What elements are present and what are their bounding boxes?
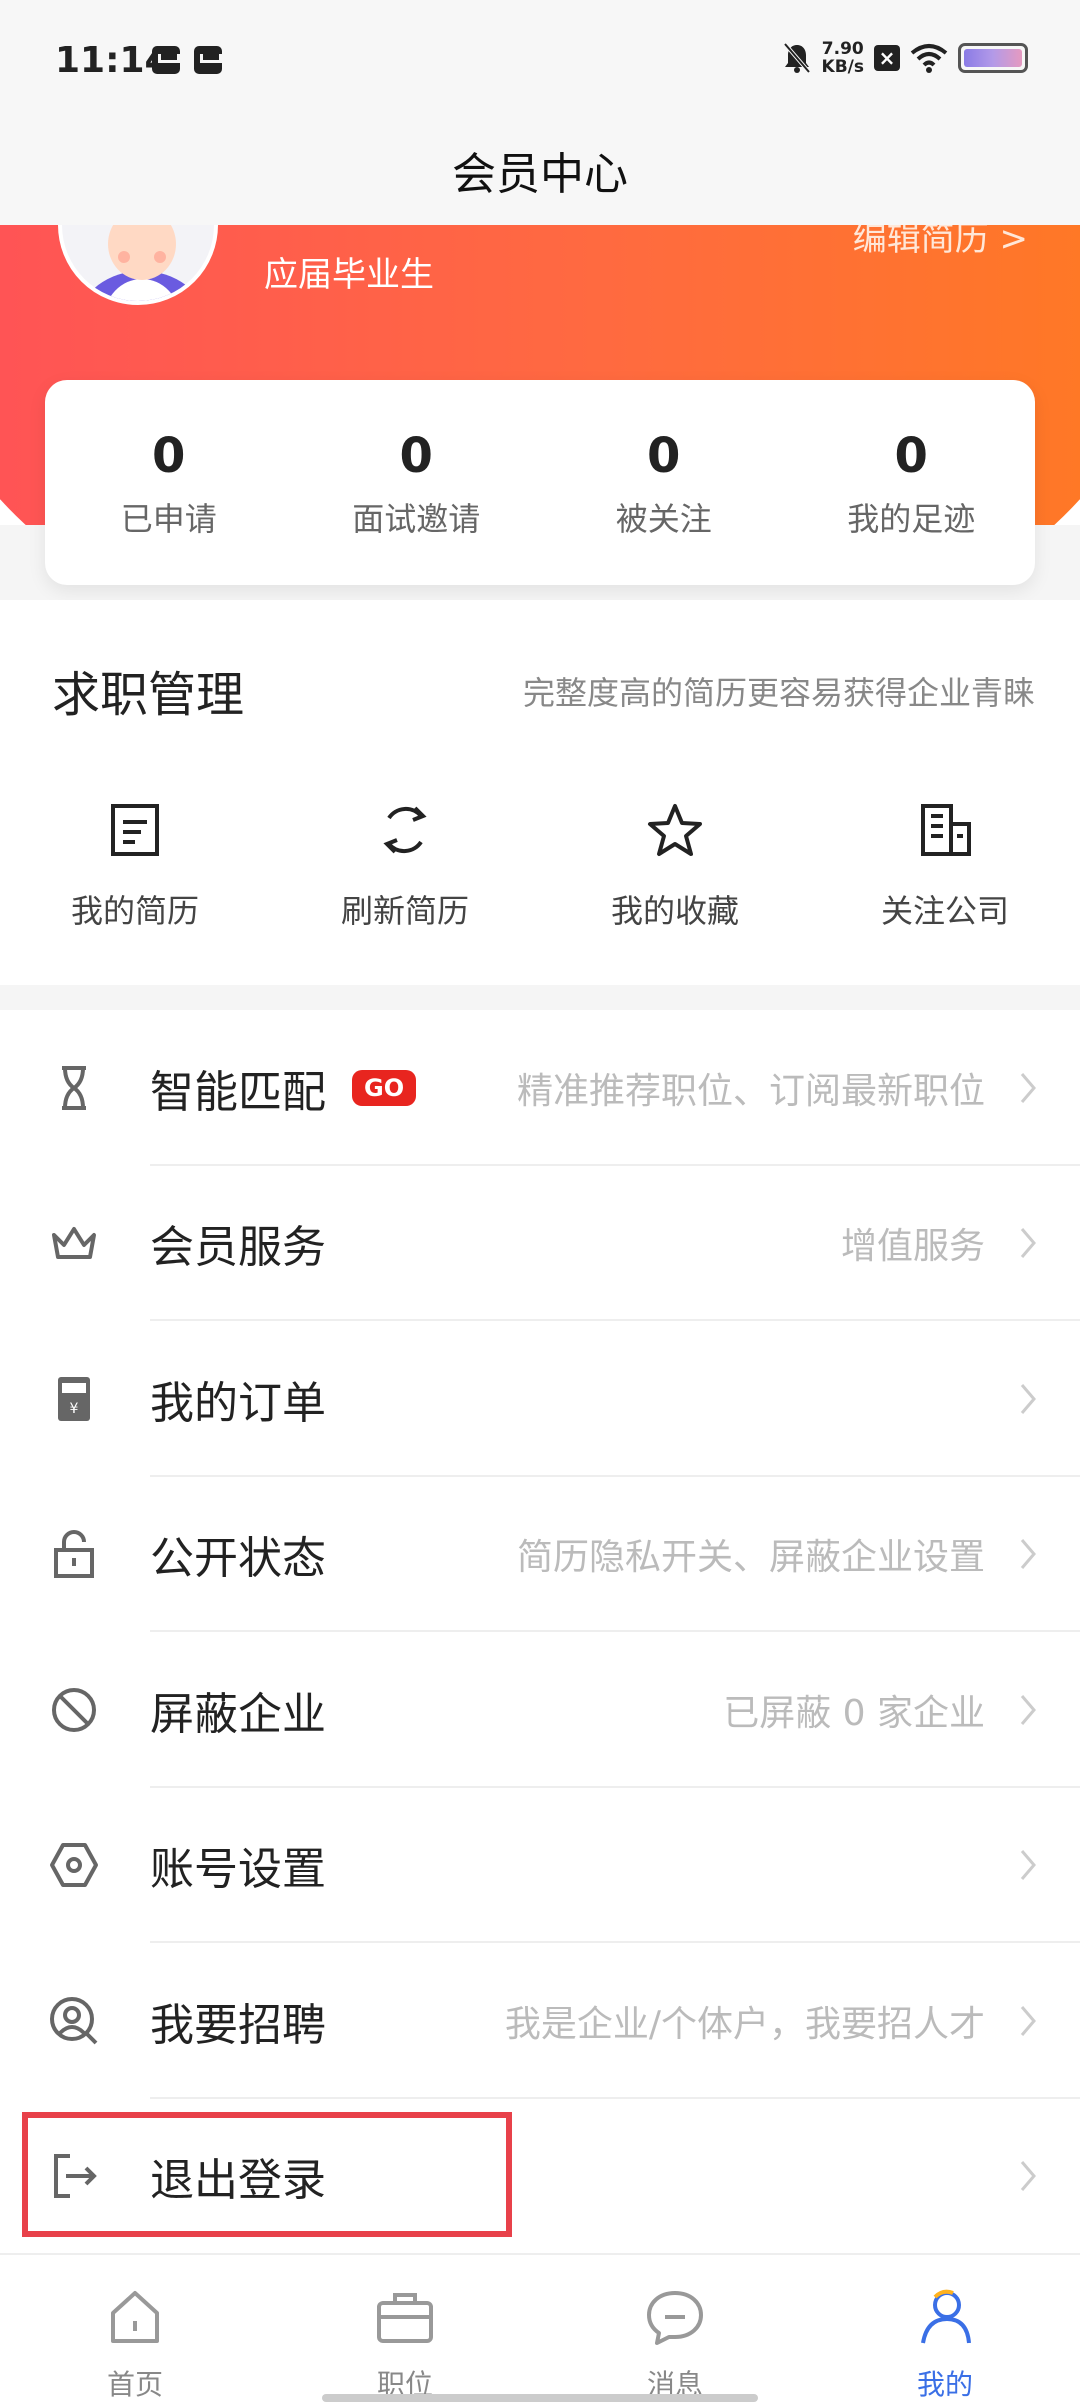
menu-label: 账号设置 <box>150 1844 326 1896</box>
notification-app-icon <box>152 46 180 74</box>
star-icon <box>648 804 702 856</box>
stat-followed[interactable]: 0 被关注 <box>540 380 788 585</box>
status-right: 7.90 KB/s × <box>782 40 1028 76</box>
followed-companies-button[interactable]: 关注公司 <box>810 800 1080 932</box>
stat-value: 0 <box>399 428 433 484</box>
menu-desc: 精准推荐职位、订阅最新职位 <box>516 1070 985 1112</box>
refresh-resume-button[interactable]: 刷新简历 <box>270 800 540 932</box>
lock-icon <box>54 1530 94 1579</box>
menu-item-recruit[interactable]: 我要招聘 我是企业/个体户，我要招人才 <box>0 1943 1080 2099</box>
menu-item-membership[interactable]: 会员服务 增值服务 <box>0 1166 1080 1321</box>
building-icon <box>921 804 971 856</box>
resume-icon <box>111 804 159 856</box>
chat-icon <box>647 2291 703 2345</box>
menu-desc: 增值服务 <box>840 1226 985 1268</box>
section-hint: 完整度高的简历更容易获得企业青睐 <box>522 674 1035 712</box>
menu-label: 智能匹配 <box>150 1066 326 1118</box>
tab-label: 首页 <box>106 2368 163 2401</box>
speed-unit: KB/s <box>821 57 864 77</box>
stat-value: 0 <box>894 428 928 484</box>
job-management-grid: 我的简历 刷新简历 我的收藏 关注公司 <box>0 800 1080 932</box>
tab-me[interactable]: 我的 <box>810 2255 1080 2408</box>
chevron-right-icon <box>1020 1850 1036 1881</box>
go-badge: GO <box>352 1069 417 1106</box>
my-favorites-button[interactable]: 我的收藏 <box>540 800 810 932</box>
notification-message-icon <box>194 46 222 74</box>
chevron-right-icon <box>1020 1694 1036 1725</box>
page-title: 会员中心 <box>452 149 628 200</box>
block-icon <box>52 1687 96 1732</box>
home-icon <box>111 2291 159 2343</box>
tab-messages[interactable]: 消息 <box>540 2255 810 2408</box>
recruit-icon <box>50 1996 98 2045</box>
order-icon: ¥ <box>58 1376 90 1421</box>
menu-label: 屏蔽企业 <box>150 1688 326 1740</box>
chevron-right-icon <box>1020 2161 1036 2192</box>
crown-icon <box>52 1227 96 1260</box>
job-management-section: 求职管理 完整度高的简历更容易获得企业青睐 我的简历 刷新简历 我的收藏 关注公… <box>0 600 1080 985</box>
chevron-right-icon <box>1020 1383 1036 1414</box>
bottom-tab-bar: 首页 职位 消息 我的 <box>0 2253 1080 2408</box>
speed-value: 7.90 <box>821 39 864 59</box>
close-box-icon: × <box>874 45 900 71</box>
refresh-icon <box>383 806 427 854</box>
hourglass-icon <box>62 1065 86 1110</box>
menu-label: 公开状态 <box>150 1533 326 1585</box>
grid-label: 关注公司 <box>880 892 1009 930</box>
edit-resume-link[interactable]: 编辑简历 > <box>853 225 1028 260</box>
wifi-icon <box>910 44 948 73</box>
menu-desc: 我是企业/个体户，我要招人才 <box>504 2003 985 2045</box>
menu-item-block-companies[interactable]: 屏蔽企业 已屏蔽 0 家企业 <box>0 1632 1080 1788</box>
stat-interview[interactable]: 0 面试邀请 <box>293 380 541 585</box>
battery-level <box>964 49 1022 67</box>
menu-label: 我的订单 <box>150 1377 326 1429</box>
network-speed: 7.90 KB/s <box>822 40 864 76</box>
menu-list: 智能匹配 GO 精准推荐职位、订阅最新职位 会员服务 增值服务 ¥ 我的订单 公… <box>0 1010 1080 2254</box>
my-resume-button[interactable]: 我的简历 <box>0 800 270 932</box>
menu-label: 会员服务 <box>150 1222 326 1274</box>
tab-jobs[interactable]: 职位 <box>270 2255 540 2408</box>
profile-status: 应届毕业生 <box>264 255 434 295</box>
svg-text:¥: ¥ <box>70 1401 79 1417</box>
stat-value: 0 <box>647 428 681 484</box>
stat-label: 被关注 <box>615 500 712 538</box>
battery-icon <box>958 43 1028 73</box>
user-icon <box>921 2289 971 2344</box>
chevron-right-icon <box>1020 2005 1036 2036</box>
tab-label: 我的 <box>916 2368 973 2401</box>
stats-card: 0 已申请 0 面试邀请 0 被关注 0 我的足迹 <box>45 380 1035 585</box>
chevron-right-icon <box>1020 1228 1036 1259</box>
notification-icons <box>152 46 222 74</box>
menu-label: 我要招聘 <box>150 1999 326 2051</box>
menu-desc: 简历隐私开关、屏蔽企业设置 <box>516 1537 985 1579</box>
chevron-right-icon <box>1020 1539 1036 1570</box>
menu-item-public-status[interactable]: 公开状态 简历隐私开关、屏蔽企业设置 <box>0 1477 1080 1632</box>
tab-home[interactable]: 首页 <box>0 2255 270 2408</box>
menu-item-account-settings[interactable]: 账号设置 <box>0 1788 1080 1943</box>
stat-label: 我的足迹 <box>847 500 976 538</box>
stat-label: 面试邀请 <box>352 500 481 538</box>
grid-label: 刷新简历 <box>340 892 469 930</box>
nav-bar: 会员中心 <box>0 125 1080 225</box>
mute-bell-icon <box>783 42 811 74</box>
stat-footprints[interactable]: 0 我的足迹 <box>788 380 1036 585</box>
chevron-right-icon <box>1020 1072 1036 1103</box>
stat-applied[interactable]: 0 已申请 <box>45 380 293 585</box>
menu-desc: 已屏蔽 0 家企业 <box>723 1692 985 1734</box>
stat-value: 0 <box>152 428 186 484</box>
stat-label: 已申请 <box>120 500 217 538</box>
grid-label: 我的简历 <box>70 892 199 930</box>
section-title: 求职管理 <box>52 667 245 723</box>
briefcase-icon <box>377 2293 433 2343</box>
highlight-box <box>22 2112 512 2237</box>
grid-label: 我的收藏 <box>610 892 739 930</box>
menu-item-my-orders[interactable]: ¥ 我的订单 <box>0 1321 1080 1477</box>
home-indicator <box>322 2394 758 2402</box>
menu-item-smart-match[interactable]: 智能匹配 GO 精准推荐职位、订阅最新职位 <box>0 1010 1080 1166</box>
hexagon-settings-icon <box>50 1843 98 1888</box>
status-bar: 11:14 7.90 KB/s × <box>0 0 1080 125</box>
